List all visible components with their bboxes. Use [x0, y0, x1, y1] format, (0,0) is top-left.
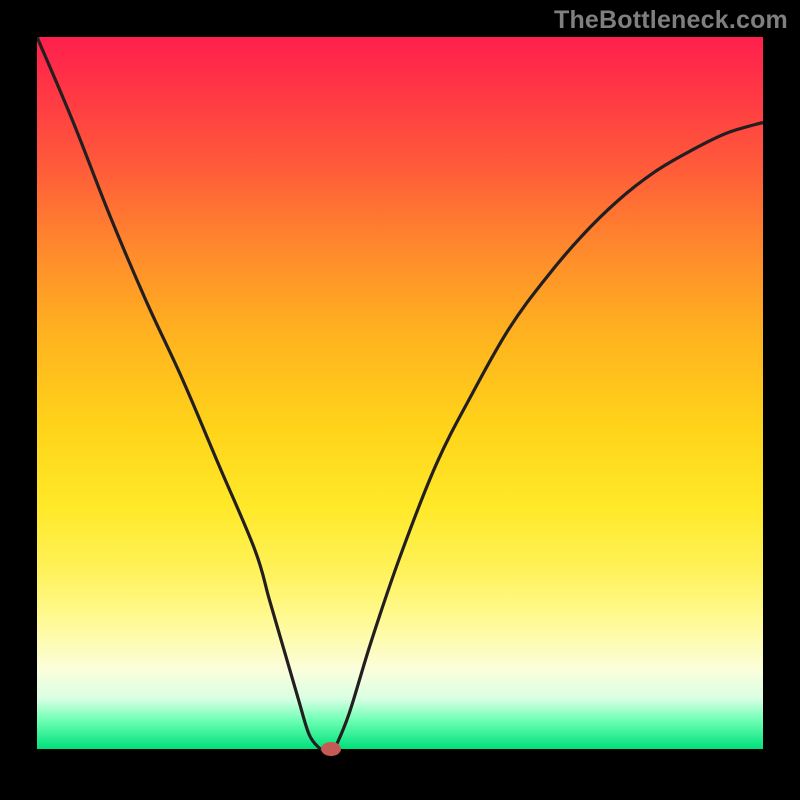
bottleneck-curve [37, 37, 763, 763]
plot-area [37, 37, 763, 763]
minimum-marker [321, 742, 341, 756]
chart-frame: TheBottleneck.com [0, 0, 800, 800]
watermark-text: TheBottleneck.com [554, 6, 788, 35]
curve-path [37, 37, 763, 749]
